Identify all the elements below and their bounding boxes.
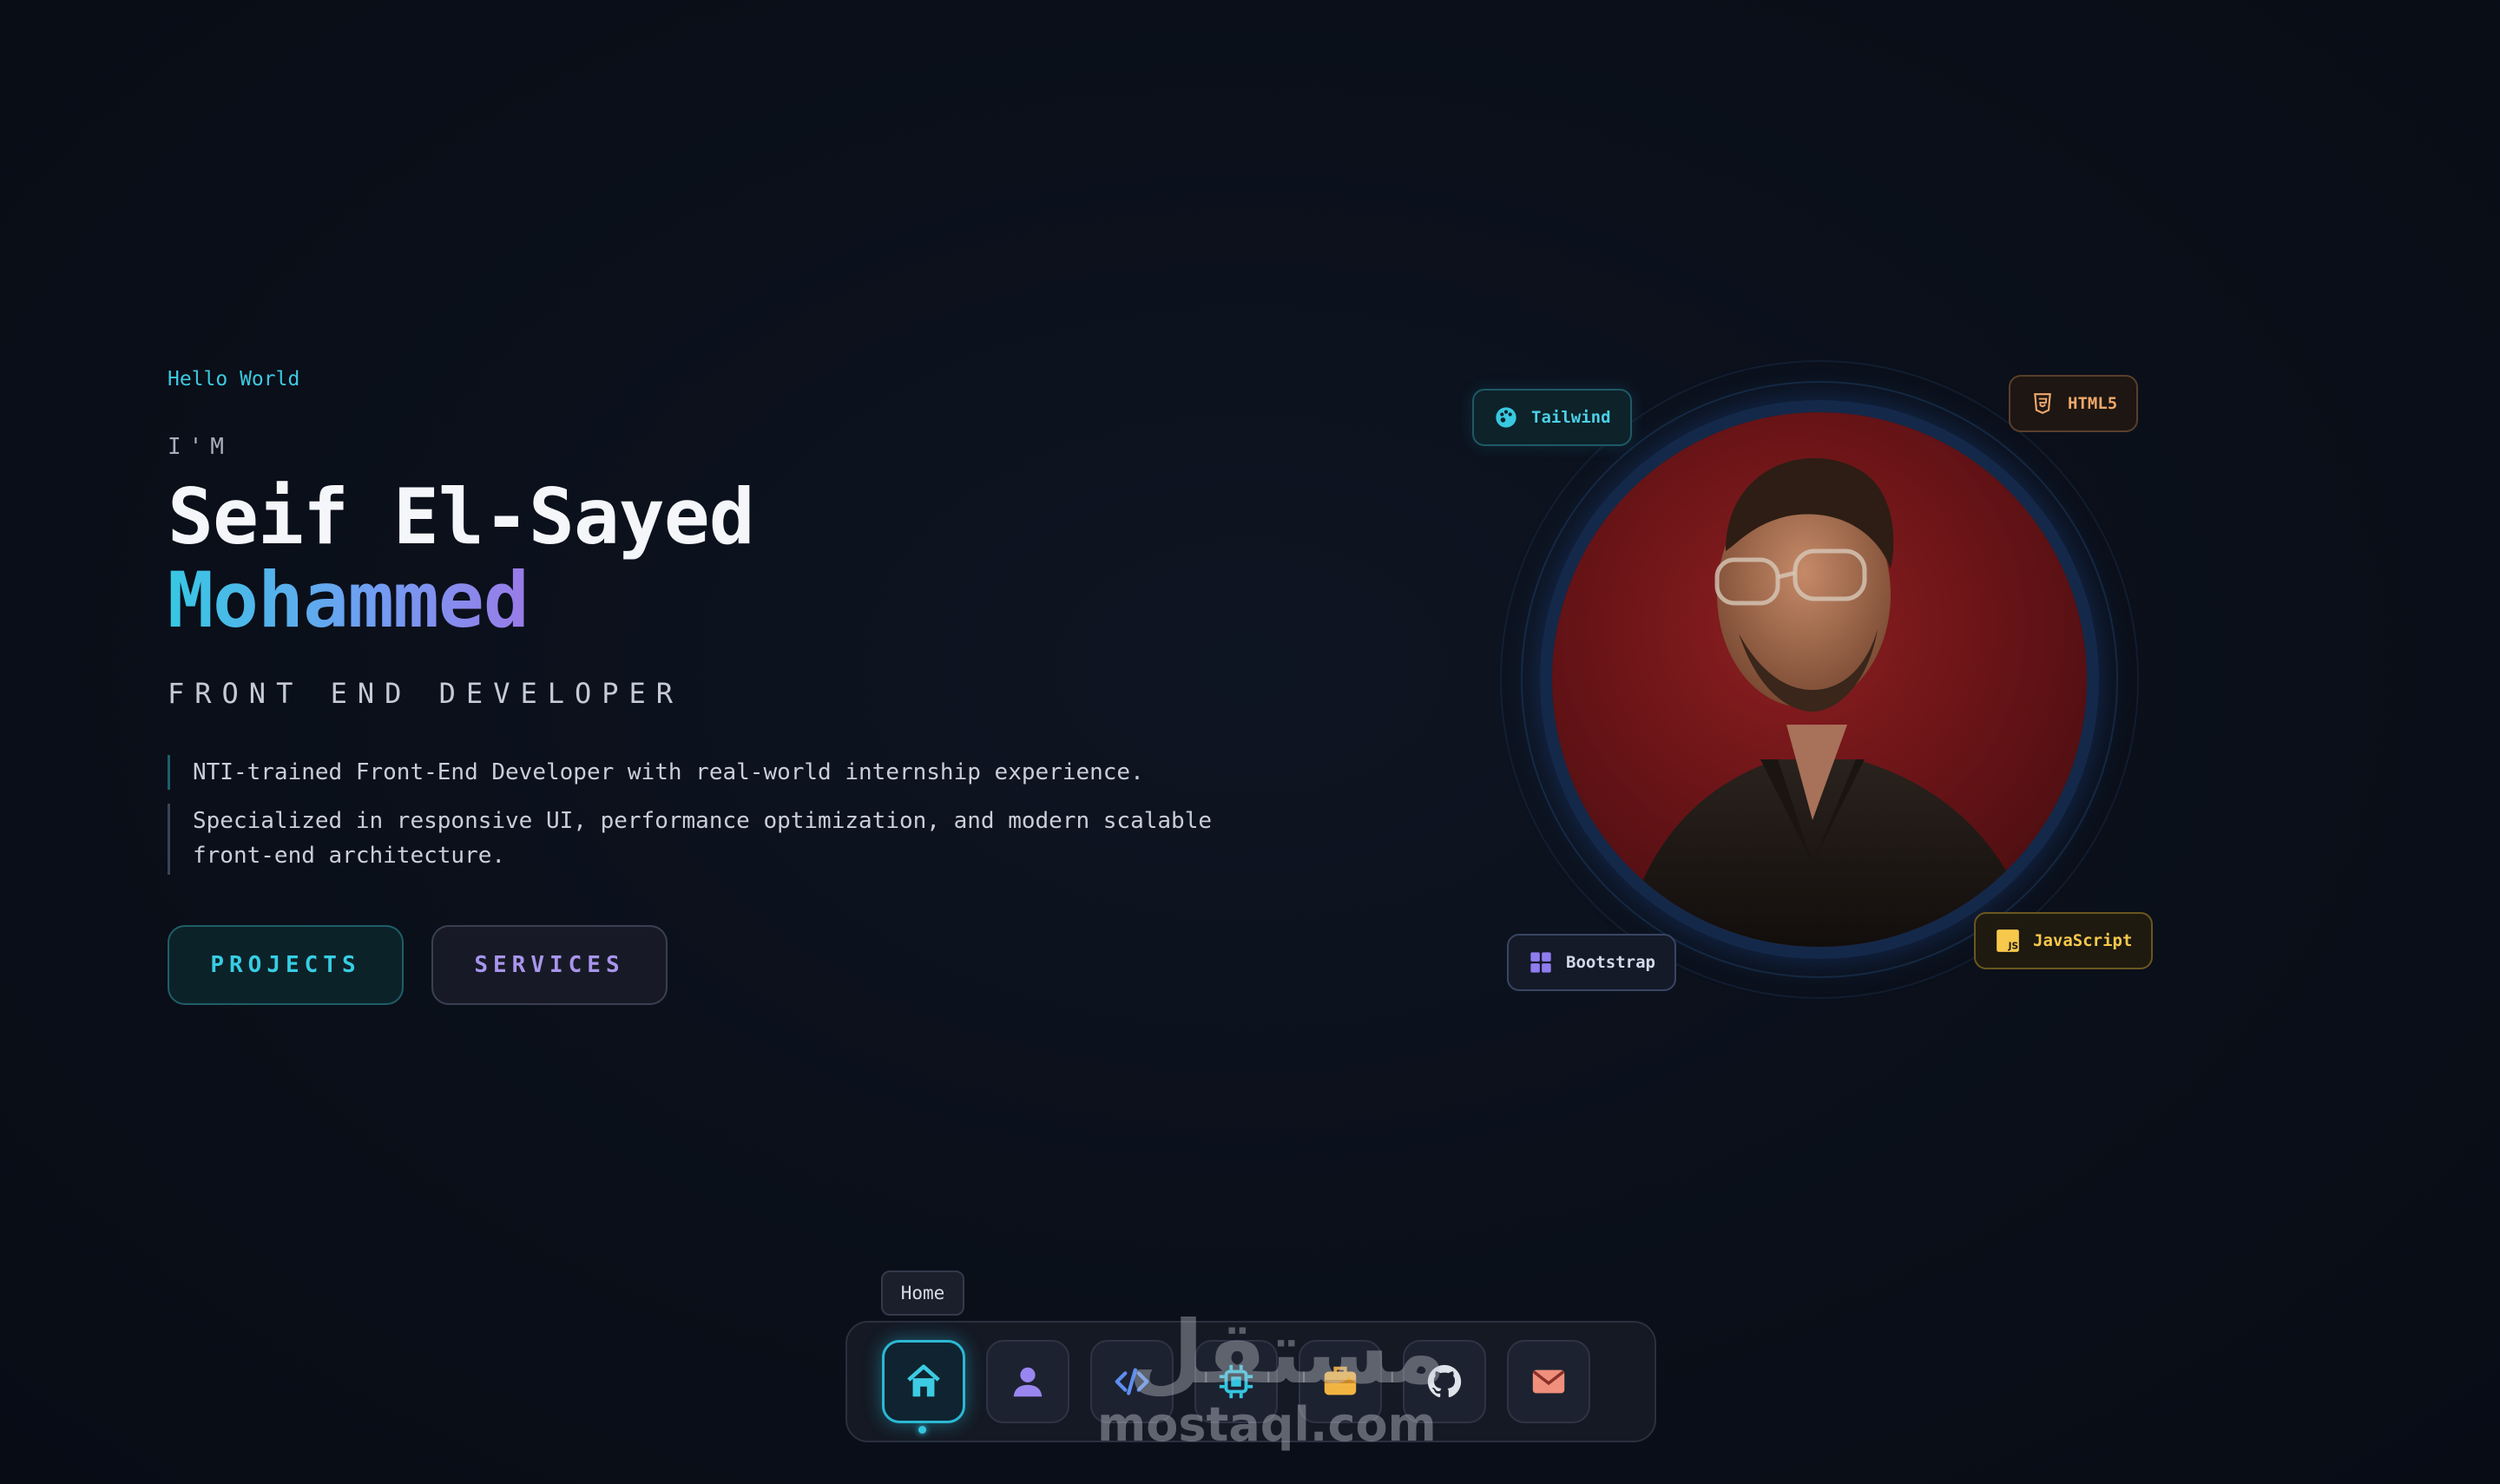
- html5-icon: [2030, 391, 2056, 417]
- profile-portrait: [1500, 360, 2139, 999]
- home-icon: [907, 1364, 940, 1397]
- user-icon: [1013, 1367, 1043, 1397]
- js-icon: JS: [1995, 928, 2021, 954]
- tech-chip-label: Tailwind: [1531, 408, 1611, 427]
- tech-chip-javascript: JS JavaScript: [1974, 912, 2154, 969]
- grid-icon: [1528, 949, 1554, 975]
- profile-photo: [1552, 412, 2087, 947]
- role-title: FRONT END DEVELOPER: [168, 677, 684, 710]
- tech-chip-label: HTML5: [2068, 394, 2118, 413]
- description-line-1: NTI-trained Front-End Developer with rea…: [168, 755, 1261, 790]
- svg-text:JS: JS: [2008, 941, 2018, 951]
- tech-chip-html5: HTML5: [2009, 375, 2139, 432]
- watermark-latin: mostaql.com: [1097, 1397, 1437, 1452]
- palette-icon: [1493, 404, 1519, 430]
- dock-tooltip: Home: [881, 1271, 964, 1316]
- greeting-text: Hello World: [168, 368, 300, 391]
- projects-button[interactable]: PROJECTS: [168, 925, 404, 1005]
- mail-icon: [1532, 1369, 1565, 1394]
- watermark-arabic: مستقل: [1128, 1302, 1446, 1403]
- intro-text: I'M: [168, 434, 232, 460]
- dock-about-button[interactable]: [986, 1340, 1069, 1423]
- description-block: NTI-trained Front-End Developer with rea…: [168, 755, 1261, 875]
- tech-chip-bootstrap: Bootstrap: [1507, 934, 1676, 991]
- active-indicator-dot: [918, 1426, 926, 1434]
- tech-chip-label: Bootstrap: [1566, 953, 1655, 972]
- services-button[interactable]: SERVICES: [431, 925, 668, 1005]
- dock-home-button[interactable]: [882, 1340, 965, 1423]
- name-second-line: Mohammed: [168, 555, 530, 645]
- name-first-line: Seif El-Sayed: [168, 472, 755, 561]
- tech-chip-tailwind: Tailwind: [1472, 389, 1632, 446]
- cta-buttons: PROJECTS SERVICES: [168, 925, 668, 1005]
- dock-contact-button[interactable]: [1507, 1340, 1590, 1423]
- tech-chip-label: JavaScript: [2033, 931, 2133, 950]
- description-line-2: Specialized in responsive UI, performanc…: [168, 804, 1261, 875]
